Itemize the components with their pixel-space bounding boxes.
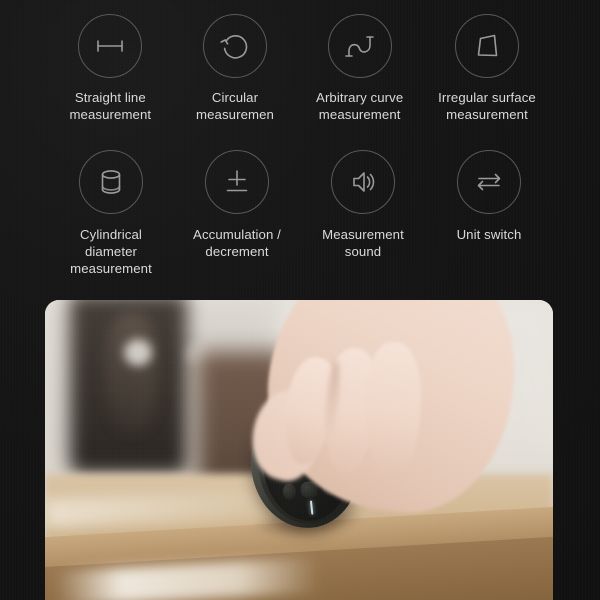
- laser-indicator-light: [309, 500, 314, 515]
- feature-label: Unit switch: [456, 227, 522, 242]
- speaker-sound-icon: [331, 150, 395, 214]
- straight-line-measure-icon: [78, 14, 143, 78]
- feature-straight-line-measurement[interactable]: Straight line measurement: [48, 14, 173, 124]
- feature-label: Arbitrary curve measurement: [316, 90, 404, 122]
- feature-unit-switch[interactable]: Unit switch: [426, 144, 552, 244]
- feature-row-1: Straight line measurement Circular measu…: [48, 14, 552, 144]
- feature-label: Cylindrical diameter measurement: [70, 227, 152, 276]
- feature-label: Measurement sound: [322, 227, 404, 259]
- arbitrary-curve-icon: [327, 14, 392, 78]
- feature-irregular-surface-measurement[interactable]: Irregular surface measurement: [422, 14, 552, 124]
- feature-row-2: Cylindrical diameter measurement Accumul…: [48, 144, 552, 289]
- feature-cylindrical-diameter-measurement[interactable]: Cylindrical diameter measurement: [48, 144, 174, 278]
- feature-arbitrary-curve-measurement[interactable]: Arbitrary curve measurement: [297, 14, 422, 124]
- plus-minus-icon: [205, 150, 269, 214]
- cylinder-icon: [79, 150, 143, 214]
- photo-scene: ☸ 🔊 1.42 142m: [45, 300, 553, 600]
- feature-label: Straight line measurement: [69, 90, 152, 122]
- circular-arrow-icon: [203, 14, 267, 78]
- vase-highlight: [123, 339, 152, 366]
- swap-arrows-icon: [457, 150, 521, 214]
- feature-label: Accumulation / decrement: [193, 227, 281, 259]
- feature-grid: Straight line measurement Circular measu…: [48, 14, 552, 289]
- feature-measurement-sound[interactable]: Measurement sound: [300, 144, 426, 261]
- feature-accumulation-decrement[interactable]: Accumulation / decrement: [174, 144, 300, 261]
- feature-circular-measurement[interactable]: Circular measuremen: [173, 14, 298, 124]
- feature-label: Circular measuremen: [196, 90, 274, 122]
- product-photo: ☸ 🔊 1.42 142m: [45, 300, 553, 600]
- device-button-left[interactable]: [282, 483, 297, 501]
- irregular-surface-icon: [455, 14, 520, 78]
- feature-label: Irregular surface measurement: [438, 90, 536, 122]
- blurred-branch: [105, 312, 157, 432]
- infographic-page: Straight line measurement Circular measu…: [0, 0, 600, 600]
